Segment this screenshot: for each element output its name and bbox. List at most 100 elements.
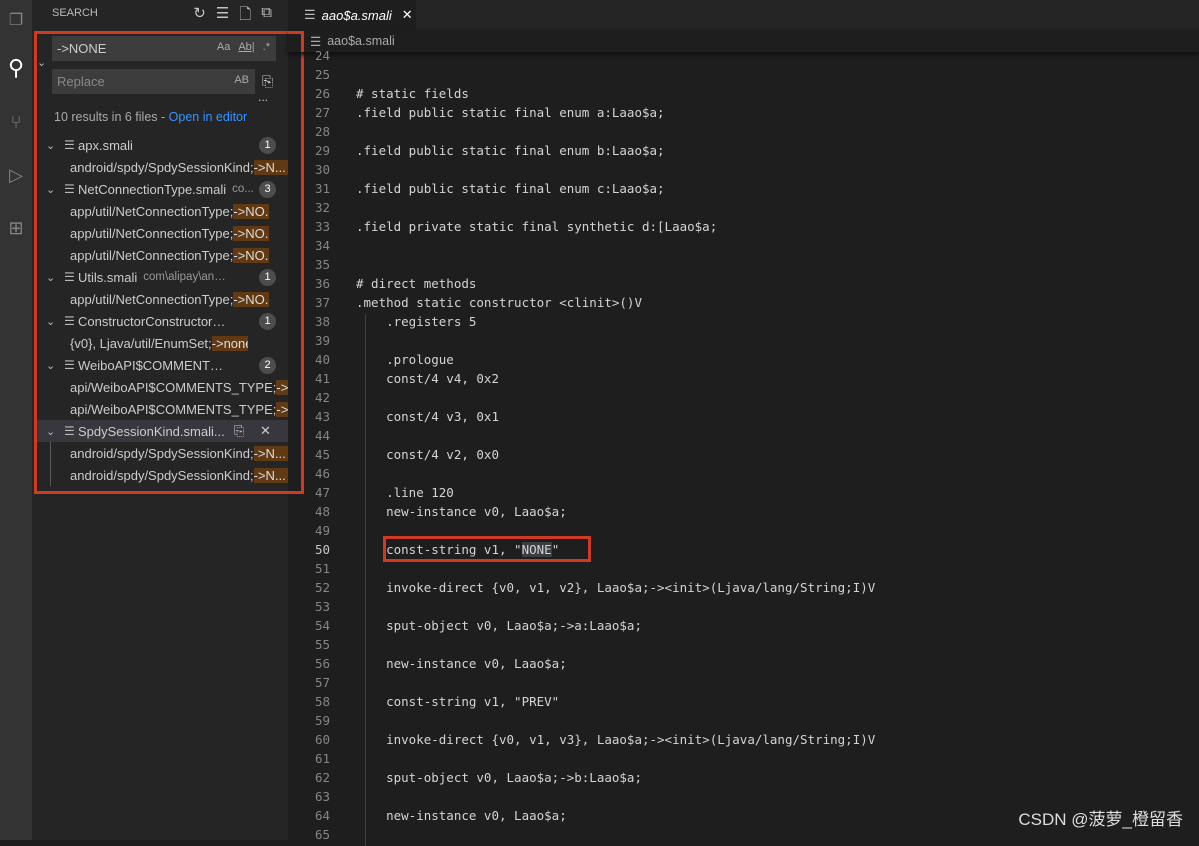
match-result[interactable]: app/util/NetConnectionType;->NO... [34, 222, 288, 244]
code-line: 28 [288, 124, 1199, 143]
line-number: 27 [314, 105, 330, 120]
replace-all-icon[interactable]: ⎘ [262, 73, 273, 90]
extensions-icon[interactable]: ⊞ [0, 208, 32, 248]
chevron-down-icon[interactable]: ⌄ [46, 315, 64, 328]
search-value: ->NONE [57, 41, 107, 56]
search-input[interactable]: ->NONE Aa Ab| .* [52, 36, 276, 61]
file-icon: ☰ [64, 270, 75, 284]
line-number: 25 [314, 67, 330, 82]
toggle-replace-chevron-icon[interactable]: ⌄ [37, 56, 46, 69]
close-icon[interactable]: ✕ [402, 7, 413, 23]
match-context: app/util/NetConnectionType; [70, 291, 234, 307]
replace-all-icon[interactable]: ⎘ [234, 423, 244, 439]
match-context: {v0}, Ljava/util/EnumSet; [70, 335, 212, 351]
line-number: 58 [314, 694, 330, 709]
file-result[interactable]: ⌄☰ConstructorConstructor$5.s... 1 [34, 310, 288, 332]
code-line: 56 new-instance v0, Laao$a; [288, 656, 1199, 675]
match-result[interactable]: app/util/NetConnectionType;->NO... [34, 288, 288, 310]
file-result[interactable]: ⌄ ☰ NetConnectionType.smali co... 3 [34, 178, 288, 200]
match-count-badge: 1 [259, 269, 276, 286]
replace-input[interactable]: Replace AB [52, 69, 255, 94]
clear-results-icon[interactable]: ☰ [216, 4, 229, 29]
code-text: const/4 v3, 0x1 [356, 409, 499, 424]
code-text: # static fields [356, 86, 469, 101]
match-highlight: ->NO... [233, 203, 270, 219]
match-result[interactable]: app/util/NetConnectionType;->NO... [34, 200, 288, 222]
match-context: app/util/NetConnectionType; [70, 203, 234, 219]
line-number: 48 [314, 504, 330, 519]
match-result[interactable]: app/util/NetConnectionType;->NO... [34, 244, 288, 266]
file-result[interactable]: ⌄☰Utils.smali com\alipay\androi... 1 [34, 266, 288, 288]
code-line: 32 [288, 200, 1199, 219]
line-number: 64 [314, 808, 330, 823]
code-line: 53 [288, 599, 1199, 618]
match-result[interactable]: {v0}, Ljava/util/EnumSet;->noneOf(Lj... [34, 332, 288, 354]
code-line: 31 .field public static final enum c:Laao… [288, 181, 1199, 200]
code-line: 35 [288, 257, 1199, 276]
results-summary: 10 results in 6 files - Open in editor [54, 110, 247, 124]
chevron-down-icon[interactable]: ⌄ [46, 425, 64, 438]
match-result[interactable]: android/spdy/SpdySessionKind; ->N... [50, 464, 288, 486]
chevron-down-icon[interactable]: ⌄ [46, 183, 64, 196]
source-control-icon[interactable]: ⑂ [0, 102, 32, 142]
match-result[interactable]: android/spdy/SpdySessionKind; ->N... [50, 442, 288, 464]
file-result[interactable]: ⌄ ☰ SpdySessionKind.smali... ⎘ ✕ [34, 420, 288, 442]
match-highlight: ->noneOf(Lj... [211, 335, 248, 351]
file-icon: ☰ [64, 314, 75, 328]
code-text: .registers 5 [356, 314, 477, 329]
chevron-down-icon[interactable]: ⌄ [46, 139, 64, 152]
search-icon[interactable]: ⚲ [0, 48, 32, 88]
line-number: 46 [314, 466, 330, 481]
match-count-badge: 1 [259, 137, 276, 154]
breadcrumb-item[interactable]: aao$a.smali [327, 34, 394, 48]
file-result[interactable]: ⌄ ☰ apx.smali 1 [34, 134, 288, 156]
code-text: .field public static final enum a:Laao$a… [356, 105, 665, 120]
summary-text: 10 results in 6 files - [54, 110, 169, 124]
match-context: android/spdy/SpdySessionKind; [70, 467, 254, 483]
match-result[interactable]: android/spdy/SpdySessionKind; ->N... [34, 156, 288, 178]
replace-placeholder: Replace [57, 74, 105, 89]
preserve-case-toggle[interactable]: AB [234, 74, 249, 86]
match-count-badge: 3 [259, 181, 276, 198]
code-line: 42 [288, 390, 1199, 409]
code-text: invoke-direct {v0, v1, v3}, Laao$a;-><in… [356, 732, 876, 747]
code-text: const-string v1, "PREV" [356, 694, 560, 709]
file-result[interactable]: ⌄☰WeiboAPI$COMMENTS_TYP... 2 [34, 354, 288, 376]
more-options-button[interactable]: ... [258, 90, 268, 104]
collapse-all-icon[interactable]: ⧉ [261, 4, 272, 29]
code-line: 43 const/4 v3, 0x1 [288, 409, 1199, 428]
match-context: app/util/NetConnectionType; [70, 225, 234, 241]
code-line: 62 sput-object v0, Laao$a;->b:Laao$a; [288, 770, 1199, 789]
file-icon: ☰ [64, 182, 75, 196]
code-line: 27 .field public static final enum a:Laao… [288, 105, 1199, 124]
files-icon[interactable]: ❐ [0, 0, 32, 40]
chevron-down-icon[interactable]: ⌄ [46, 359, 64, 372]
code-text: invoke-direct {v0, v1, v2}, Laao$a;-><in… [356, 580, 876, 595]
line-number: 38 [314, 314, 330, 329]
line-number: 59 [314, 713, 330, 728]
open-in-editor-link[interactable]: Open in editor [169, 110, 248, 124]
file-icon: ☰ [64, 424, 75, 438]
match-count-badge: 1 [259, 313, 276, 330]
code-editor[interactable]: 24 25 26 # static fields 27 .field public sta… [288, 48, 1199, 846]
line-number: 49 [314, 523, 330, 538]
match-highlight: ->N... [253, 467, 288, 483]
code-line: 36 # direct methods [288, 276, 1199, 295]
refresh-icon[interactable]: ↻ [193, 4, 206, 29]
line-number: 55 [314, 637, 330, 652]
code-line: 46 [288, 466, 1199, 485]
match-word-toggle[interactable]: Ab| [238, 41, 254, 53]
code-line: 38 .registers 5 [288, 314, 1199, 333]
run-debug-icon[interactable]: ▷ [0, 155, 32, 195]
code-line: 58 const-string v1, "PREV" [288, 694, 1199, 713]
regex-toggle[interactable]: .* [263, 41, 270, 53]
match-result[interactable]: api/WeiboAPI$COMMENTS_TYPE;->... [34, 376, 288, 398]
dismiss-icon[interactable]: ✕ [260, 423, 271, 439]
code-line: 25 [288, 67, 1199, 86]
code-line: 48 new-instance v0, Laao$a; [288, 504, 1199, 523]
match-case-toggle[interactable]: Aa [217, 41, 230, 53]
chevron-down-icon[interactable]: ⌄ [46, 271, 64, 284]
match-result[interactable]: api/WeiboAPI$COMMENTS_TYPE;->... [34, 398, 288, 420]
new-search-editor-icon[interactable]: 🗋 [239, 4, 251, 29]
tab-aao-a-smali[interactable]: ☰ aao$a.smali ✕ [288, 0, 416, 30]
